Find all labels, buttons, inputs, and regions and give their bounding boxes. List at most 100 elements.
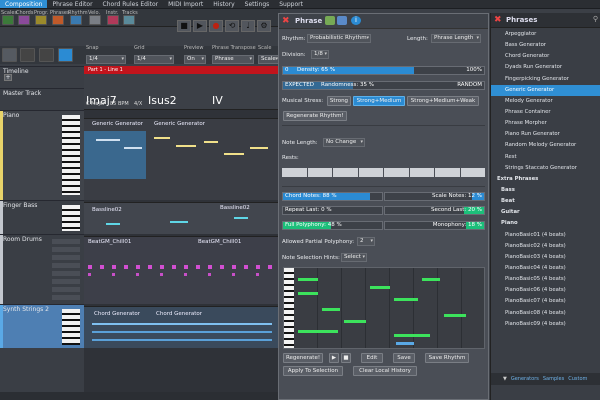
apply-to-selection-button[interactable]: Apply To Selection	[283, 366, 343, 376]
menu-chord-rules-editor[interactable]: Chord Rules Editor	[98, 0, 164, 8]
length-dropdown[interactable]: Phrase Length	[431, 34, 481, 43]
partial-polyphony-dropdown[interactable]: 2	[357, 237, 375, 246]
phrase-list-item[interactable]: Piano Run Generator	[491, 129, 600, 140]
info-icon[interactable]: i	[351, 16, 361, 25]
note[interactable]	[396, 342, 414, 345]
grid-dropdown[interactable]: 1/4	[134, 55, 174, 64]
phrase-list-item[interactable]: Generic Generator	[491, 84, 600, 96]
note[interactable]	[250, 147, 268, 149]
phrase-list-item[interactable]: Arpeggiator	[491, 29, 600, 40]
note[interactable]	[394, 298, 418, 301]
grid-icon[interactable]	[39, 48, 54, 62]
stress-strong-medium-button[interactable]: Strong+Medium	[353, 96, 405, 106]
phrase-list-item[interactable]: Random Melody Generator	[491, 140, 600, 151]
snap-dropdown[interactable]: 1/4	[86, 55, 126, 64]
phrase-list-item[interactable]: PianoBasic03 (4 beats)	[491, 252, 600, 263]
note[interactable]	[154, 137, 170, 139]
preview-dropdown[interactable]: On	[184, 55, 206, 64]
density-slider[interactable]: 0 Density: 65 % 100%	[282, 66, 485, 75]
clip-bass-1[interactable]: Bassline02	[92, 207, 122, 213]
phrase-list-item[interactable]: PianoBasic04 (4 beats)	[491, 263, 600, 274]
clip-piano-2[interactable]: Generic Generator	[154, 121, 205, 127]
phrases-icon[interactable]	[52, 15, 64, 25]
keyboard-icon[interactable]	[20, 48, 35, 62]
note[interactable]	[234, 217, 248, 219]
settings-icon[interactable]: ⚙	[257, 20, 271, 32]
note[interactable]	[204, 141, 218, 143]
pin-icon[interactable]: ⚲	[593, 15, 598, 23]
phrase-list-item[interactable]: Fingerpicking Generator	[491, 74, 600, 85]
track-header-synth-strings[interactable]: Synth Strings 2	[0, 304, 84, 348]
track-header-finger-bass[interactable]: Finger Bass	[0, 200, 84, 234]
full-polyphony-slider[interactable]: Full Polyphony: 48 %	[282, 221, 383, 230]
monophony-slider[interactable]: Monophony: 18 %	[384, 221, 485, 230]
note[interactable]	[224, 153, 244, 155]
phrase-list-item[interactable]: PianoBasic07 (4 beats)	[491, 296, 600, 307]
progressions-icon[interactable]	[35, 15, 47, 25]
clip-piano-1[interactable]: Generic Generator	[92, 121, 143, 127]
chord-2[interactable]: Isus2	[148, 94, 177, 107]
phrase-list-item[interactable]: Chord Generator	[491, 51, 600, 62]
note[interactable]	[370, 286, 390, 289]
note[interactable]	[92, 339, 272, 341]
phrase-list-item[interactable]: Bass Generator	[491, 40, 600, 51]
clip-strings-1[interactable]: Chord Generator	[94, 311, 140, 317]
phrase-transpose-dropdown[interactable]: Phrase	[212, 55, 254, 64]
phrase-piano-roll[interactable]	[283, 267, 485, 349]
stress-strong-button[interactable]: Strong	[327, 96, 351, 106]
velocity-icon[interactable]	[89, 15, 101, 25]
rhythm-pattern-strip[interactable]	[282, 168, 485, 177]
stress-strong-medium-weak-button[interactable]: Strong+Medium+Weak	[407, 96, 479, 106]
note[interactable]	[298, 292, 318, 295]
scale-dropdown[interactable]: Scale	[258, 55, 280, 64]
menu-history[interactable]: History	[208, 0, 239, 8]
regenerate-button[interactable]: Regenerate!	[283, 353, 323, 363]
note[interactable]	[170, 221, 188, 223]
menu-support[interactable]: Support	[274, 0, 308, 8]
regenerate-rhythm-button[interactable]: Regenerate Rhythm!	[283, 111, 347, 121]
pointer-tool-icon[interactable]	[58, 48, 73, 62]
loop-icon[interactable]: ⟲	[225, 20, 239, 32]
menu-settings[interactable]: Settings	[240, 0, 275, 8]
note[interactable]	[298, 278, 318, 281]
note[interactable]	[106, 223, 120, 225]
edit-button[interactable]: Edit	[361, 353, 383, 363]
phrase-category[interactable]: Beat	[491, 196, 600, 207]
filter-icon[interactable]: ▼	[503, 373, 507, 385]
note[interactable]	[124, 147, 142, 149]
note[interactable]	[96, 139, 120, 141]
phrase-list-item[interactable]: Strings Staccato Generator	[491, 163, 600, 174]
note[interactable]	[322, 308, 340, 311]
tab-custom[interactable]: Custom	[568, 373, 587, 385]
note-length-dropdown[interactable]: No Change	[323, 138, 365, 147]
chord-notes-slider[interactable]: Chord Notes: 88 %	[282, 192, 383, 201]
note[interactable]	[298, 330, 338, 333]
phrase-list-item[interactable]: PianoBasic06 (4 beats)	[491, 285, 600, 296]
stop-icon[interactable]: ■	[177, 20, 191, 32]
close-icon[interactable]: ✖	[494, 15, 502, 25]
menu-phrase-editor[interactable]: Phrase Editor	[47, 0, 97, 8]
stop-phrase-icon[interactable]: ■	[341, 353, 351, 363]
phrase-list-item[interactable]: PianoBasic09 (4 beats)	[491, 319, 600, 330]
add-track-icon[interactable]: +	[4, 74, 12, 81]
phrase-category[interactable]: Piano	[491, 218, 600, 229]
phrase-list-item[interactable]: Dyads Run Generator	[491, 62, 600, 73]
phrase-group[interactable]: Extra Phrases	[491, 174, 600, 185]
scales-icon[interactable]	[2, 15, 14, 25]
instruments-icon[interactable]	[107, 15, 119, 25]
chord-3[interactable]: IV	[212, 94, 223, 107]
save-button[interactable]: Save	[393, 353, 415, 363]
note[interactable]	[344, 320, 366, 323]
phrase-list-item[interactable]: Phrase Morpher	[491, 118, 600, 129]
tracks-icon[interactable]	[123, 15, 135, 25]
note-icon[interactable]	[2, 48, 17, 62]
close-icon[interactable]: ✖	[282, 16, 290, 26]
note[interactable]	[394, 334, 430, 337]
phrase-list-item[interactable]: Rest	[491, 152, 600, 163]
phrase-list-item[interactable]: PianoBasic05 (4 beats)	[491, 274, 600, 285]
note-selection-hints-dropdown[interactable]: Select	[341, 253, 367, 262]
note[interactable]	[92, 331, 272, 333]
chords-icon[interactable]	[18, 15, 30, 25]
menu-composition[interactable]: Composition	[0, 0, 48, 8]
arrangement-grid[interactable]: Part 1 - Line 1 Imaj7 Isus2 IV C Major 8…	[84, 66, 280, 400]
